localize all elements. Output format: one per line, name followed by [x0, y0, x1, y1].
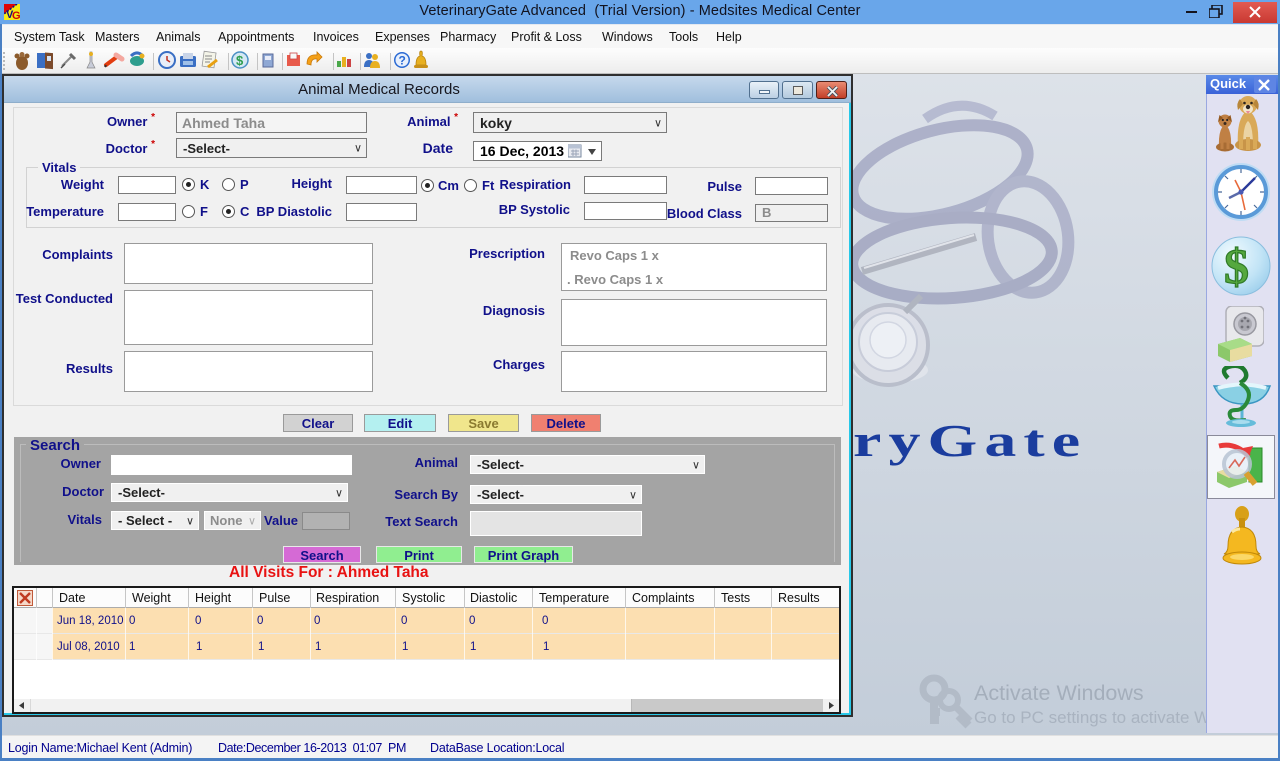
- svg-text:?: ?: [399, 54, 406, 68]
- svg-text:$: $: [1224, 238, 1249, 294]
- svg-text:$: $: [236, 53, 244, 68]
